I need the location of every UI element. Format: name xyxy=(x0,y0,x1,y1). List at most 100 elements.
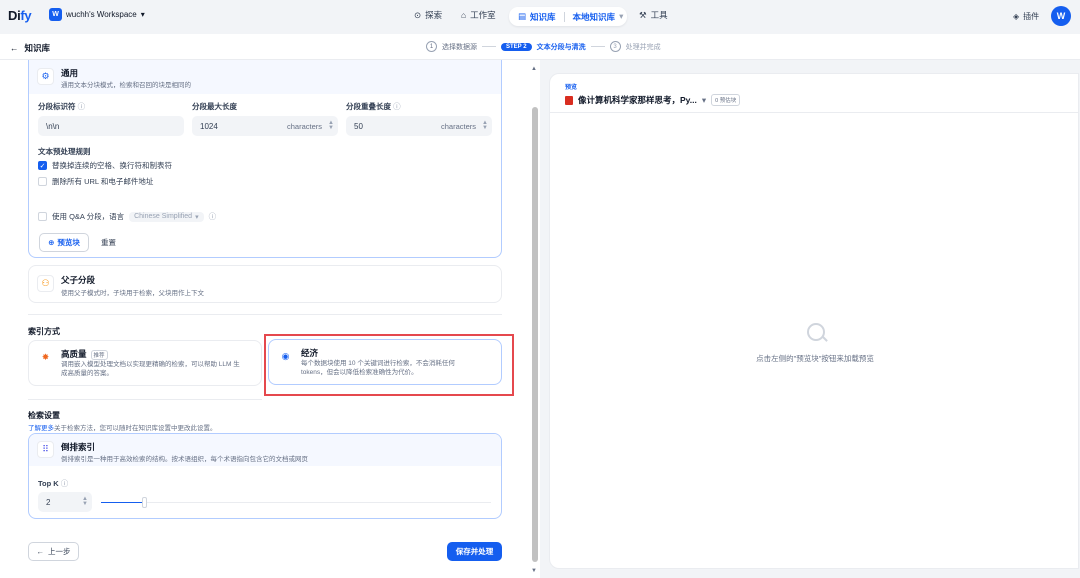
previous-step-button[interactable]: ← 上一步 xyxy=(28,542,79,561)
highlight-box xyxy=(264,334,514,396)
chunk-count-badge: 0 预估块 xyxy=(711,94,741,106)
workspace-switcher[interactable]: W wuchh's Workspace ▾ xyxy=(49,8,145,21)
reset-button[interactable]: 重置 xyxy=(101,237,116,248)
high-quality-card[interactable]: ✸ 高质量 推荐 调用嵌入模型处理文档以实现更精确的检索，可以帮助 LLM 生成高… xyxy=(28,340,262,386)
plugins-label: 插件 xyxy=(1023,12,1040,21)
help-icon: ⓘ xyxy=(60,479,69,488)
general-mode-title: 通用 xyxy=(61,68,79,78)
max-length-value: 1024 xyxy=(200,121,218,131)
high-quality-desc: 调用嵌入模型处理文档以实现更精确的检索，可以帮助 LLM 生成高质量的答案。 xyxy=(61,361,240,377)
step-3-label: 处理并完成 xyxy=(625,43,661,51)
save-and-process-button[interactable]: 保存并处理 xyxy=(447,542,502,561)
star-icon: ✸ xyxy=(37,349,54,366)
checkbox-checked-icon: ✓ xyxy=(38,161,47,170)
topk-label: Top K ⓘ xyxy=(38,479,69,488)
parent-child-mode-card[interactable]: ⚇ 父子分段 使用父子模式时，子块用于检索，父块用作上下文 xyxy=(28,265,502,303)
stepper-icon[interactable]: ▲ ▼ xyxy=(82,496,88,507)
nav-separator xyxy=(563,11,565,22)
back-button[interactable]: ← 知识库 xyxy=(10,42,50,54)
qa-checkbox[interactable]: 使用 Q&A 分段，语言 Chinese Simplified ▾ ⓘ xyxy=(38,211,216,222)
parent-child-title: 父子分段 xyxy=(61,275,96,285)
rule-urls-label: 删除所有 URL 和电子邮件地址 xyxy=(52,177,154,186)
step-2-label: 文本分段与清洗 xyxy=(536,43,586,51)
step-1-number: 1 xyxy=(426,41,437,52)
learn-more-link[interactable]: 了解更多 xyxy=(28,425,54,432)
max-length-unit: characters xyxy=(286,121,322,131)
book-icon: ▤ xyxy=(518,11,527,21)
nav-explore[interactable]: ⊙ 探索 xyxy=(414,9,442,21)
topk-value: 2 xyxy=(46,497,51,507)
segmentation-panel: ⚙ 通用 通用文本分块模式，检索和召回的块是相同的 分段标识符 ⓘ \n\n 分… xyxy=(0,60,540,578)
max-length-label: 分段最大长度 xyxy=(192,102,237,111)
preview-chunks-button[interactable]: ⊕ 预览块 xyxy=(39,233,89,252)
help-icon: ⓘ xyxy=(393,102,401,111)
step-divider xyxy=(590,46,605,47)
chevron-down-icon: ▾ xyxy=(195,213,199,221)
chevron-down-icon: ▾ xyxy=(701,94,707,105)
rule-whitespace-checkbox[interactable]: ✓ 替换掉连续的空格、换行符和制表符 xyxy=(38,160,172,171)
stepper-icon[interactable]: ▲ ▼ xyxy=(328,120,334,131)
delimiter-input[interactable]: \n\n xyxy=(38,116,184,136)
nav-local-knowledge[interactable]: 本地知识库 xyxy=(573,11,616,23)
grid-icon: ⠿ xyxy=(37,441,54,458)
delimiter-label: 分段标识符 ⓘ xyxy=(38,102,86,111)
top-nav: Dify W wuchh's Workspace ▾ ⊙ 探索 ⌂ 工作室 ▤ … xyxy=(0,0,1080,34)
preview-panel: 预览 像计算机科学家那样思考，Py... ▾ 0 预估块 点击左侧的"预览块"按… xyxy=(549,73,1079,569)
overlap-value: 50 xyxy=(354,121,363,131)
preview-label: 预览 xyxy=(565,85,578,91)
chevron-down-icon: ▾ xyxy=(140,10,145,19)
previous-step-label: 上一步 xyxy=(48,547,71,556)
qa-language-select[interactable]: Chinese Simplified ▾ xyxy=(129,211,204,222)
topk-slider-handle[interactable] xyxy=(142,497,147,508)
inverted-index-card[interactable]: ⠿ 倒排索引 倒排索引是一种用于高效检索的结构。按术语组织，每个术语指向包含它的… xyxy=(28,433,502,519)
stepper-icon[interactable]: ▲ ▼ xyxy=(482,120,488,131)
scrollbar-thumb[interactable] xyxy=(532,107,538,562)
topk-input[interactable]: 2 ▲ ▼ xyxy=(38,492,92,512)
rule-whitespace-label: 替换掉连续的空格、换行符和制表符 xyxy=(52,161,172,170)
chevron-down-icon: ▾ xyxy=(619,11,624,21)
checkbox-icon xyxy=(38,177,47,186)
retrieval-hint: 了解更多关于检索方法，您可以随时在知识库设置中更改此设置。 xyxy=(28,425,217,432)
nav-knowledge[interactable]: ▤ 知识库 本地知识库 ▾ xyxy=(509,7,627,26)
hammer-icon: ⚒ xyxy=(639,9,647,20)
delimiter-value: \n\n xyxy=(46,121,60,131)
overlap-input[interactable]: 50 characters ▲ ▼ xyxy=(346,116,492,136)
nav-tools-label: 工具 xyxy=(650,10,668,20)
max-length-input[interactable]: 1024 characters ▲ ▼ xyxy=(192,116,338,136)
section-divider xyxy=(28,399,262,400)
scroll-down-icon[interactable]: ▼ xyxy=(531,568,537,574)
compass-icon: ⊙ xyxy=(414,9,422,20)
section-divider xyxy=(28,314,502,315)
step-1-label: 选择数据源 xyxy=(442,43,477,51)
overlap-label: 分段重叠长度 ⓘ xyxy=(346,102,401,111)
workspace-badge: W xyxy=(49,8,62,21)
scroll-up-icon[interactable]: ▲ xyxy=(531,66,537,72)
general-mode-card[interactable]: ⚙ 通用 通用文本分块模式，检索和召回的块是相同的 分段标识符 ⓘ \n\n 分… xyxy=(28,60,502,258)
index-method-title: 索引方式 xyxy=(28,327,60,336)
preview-chunks-label: 预览块 xyxy=(57,238,80,247)
document-selector[interactable]: 像计算机科学家那样思考，Py... ▾ 0 预估块 xyxy=(565,94,741,106)
topk-slider-track[interactable] xyxy=(101,502,491,503)
nav-tools[interactable]: ⚒ 工具 xyxy=(639,9,668,21)
arrow-left-icon: ← xyxy=(36,547,45,556)
rule-urls-checkbox[interactable]: 删除所有 URL 和电子邮件地址 xyxy=(38,176,153,187)
nav-knowledge-label: 知识库 xyxy=(530,11,556,22)
preprocess-label: 文本预处理规则 xyxy=(38,147,91,156)
gear-icon: ⚙ xyxy=(37,68,54,85)
left-scrollbar[interactable]: ▲ ▼ xyxy=(530,60,540,578)
high-quality-title: 高质量 推荐 xyxy=(61,348,108,360)
retrieval-settings-title: 检索设置 xyxy=(28,411,60,420)
help-icon: ⓘ xyxy=(77,102,86,111)
inverted-index-desc: 倒排索引是一种用于高效检索的结构。按术语组织，每个术语指向包含它的文档或网页 xyxy=(61,456,308,463)
search-icon xyxy=(807,323,825,341)
dify-logo[interactable]: Dify xyxy=(8,8,32,23)
search-icon: ⊕ xyxy=(48,238,55,247)
nav-studio[interactable]: ⌂ 工作室 xyxy=(461,9,496,21)
plugins-button[interactable]: ◈ 插件 xyxy=(1013,11,1039,22)
pdf-icon xyxy=(565,95,573,105)
document-title: 像计算机科学家那样思考，Py... xyxy=(578,95,697,105)
avatar[interactable]: W xyxy=(1051,6,1071,26)
qa-label: 使用 Q&A 分段，语言 xyxy=(52,212,125,221)
overlap-unit: characters xyxy=(440,121,476,131)
stepper: 1 选择数据源 STEP 2 文本分段与清洗 3 处理并完成 xyxy=(426,41,661,52)
